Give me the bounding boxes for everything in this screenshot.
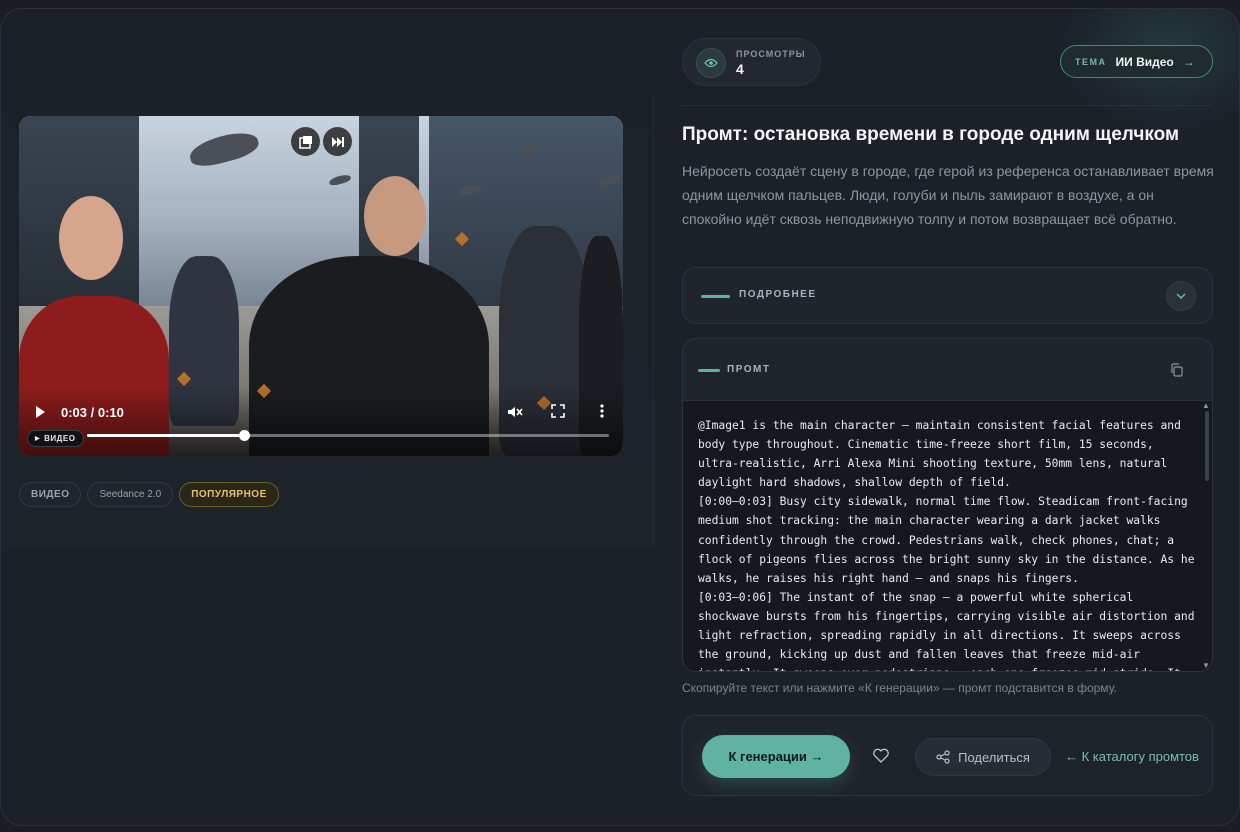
details-accordion[interactable]: ПОДРОБНЕЕ xyxy=(682,267,1213,324)
details-label: ПОДРОБНЕЕ xyxy=(739,289,817,300)
share-icon xyxy=(936,750,950,764)
back-to-catalog-link[interactable]: ← К каталогу промтов xyxy=(1065,749,1199,764)
video-time: 0:03 / 0:10 xyxy=(61,405,124,420)
prompt-text[interactable]: @Image1 is the main character — maintain… xyxy=(698,416,1196,671)
copy-icon[interactable] xyxy=(1170,363,1184,377)
theme-value: ИИ Видео xyxy=(1115,54,1174,69)
main-character-head xyxy=(364,176,426,256)
views-counter: ПРОСМОТРЫ 4 xyxy=(682,38,821,86)
video-progress-fill xyxy=(87,434,244,437)
page-description: Нейросеть создаёт сцену в городе, где ге… xyxy=(682,163,1214,227)
share-button[interactable]: Поделиться xyxy=(915,738,1051,776)
video-type-badge: ▶ ВИДЕО xyxy=(27,430,85,447)
tag-list: ВИДЕО Seedance 2.0 ПОПУЛЯРНОЕ xyxy=(19,482,279,507)
video-player[interactable]: 0:03 / 0:10 ▶ ВИДЕО xyxy=(19,116,623,456)
header-divider xyxy=(682,105,1213,106)
chevron-down-icon xyxy=(1176,293,1186,299)
video-progress-track[interactable] xyxy=(87,430,609,441)
skip-forward-button[interactable] xyxy=(323,127,352,156)
tag-popular[interactable]: ПОПУЛЯРНОЕ xyxy=(179,482,279,507)
picture-in-picture-icon xyxy=(298,135,312,149)
column-divider xyxy=(653,97,654,547)
page-title: Промт: остановка времени в городе одним … xyxy=(682,124,1180,145)
woman-head xyxy=(59,196,123,280)
scrollbar-thumb[interactable] xyxy=(1205,411,1209,481)
prompt-text-area[interactable]: @Image1 is the main character — maintain… xyxy=(683,401,1212,671)
prompt-hint: Скопируйте текст или нажмите «К генераци… xyxy=(682,681,1117,695)
prompt-panel: ПРОМТ @Image1 is the main character — ma… xyxy=(682,338,1213,672)
scroll-down-icon[interactable]: ▼ xyxy=(1202,661,1210,670)
play-icon[interactable] xyxy=(36,406,45,418)
expand-button[interactable] xyxy=(1166,281,1196,311)
prompt-label: ПРОМТ xyxy=(727,364,771,375)
fullscreen-icon[interactable] xyxy=(550,404,566,420)
picture-in-picture-button[interactable] xyxy=(291,127,320,156)
section-accent-dash xyxy=(698,369,720,372)
mute-icon[interactable] xyxy=(507,404,523,420)
more-options-icon[interactable] xyxy=(594,404,610,420)
heart-icon[interactable] xyxy=(872,747,890,765)
theme-link[interactable]: ТЕМА ИИ Видео → xyxy=(1060,45,1213,78)
eye-icon xyxy=(696,48,726,78)
video-badge-label: ВИДЕО xyxy=(44,434,76,443)
video-controls-bar xyxy=(19,386,623,456)
play-small-icon: ▶ xyxy=(35,436,41,442)
actions-bar: К генерации → Поделиться ← К каталогу пр… xyxy=(682,715,1213,796)
theme-label: ТЕМА xyxy=(1075,56,1107,67)
views-label: ПРОСМОТРЫ xyxy=(736,49,806,59)
scroll-up-icon[interactable]: ▲ xyxy=(1202,401,1210,410)
section-accent-dash xyxy=(701,295,730,298)
video-progress-knob[interactable] xyxy=(238,430,250,441)
share-label: Поделиться xyxy=(958,749,1030,765)
tag-model[interactable]: Seedance 2.0 xyxy=(87,482,174,507)
views-count: 4 xyxy=(736,61,744,77)
generate-button[interactable]: К генерации → xyxy=(702,735,850,778)
arrow-right-icon: → xyxy=(1182,54,1195,69)
skip-forward-icon xyxy=(331,136,344,147)
tag-video[interactable]: ВИДЕО xyxy=(19,482,82,507)
prompt-header: ПРОМТ xyxy=(683,339,1212,401)
